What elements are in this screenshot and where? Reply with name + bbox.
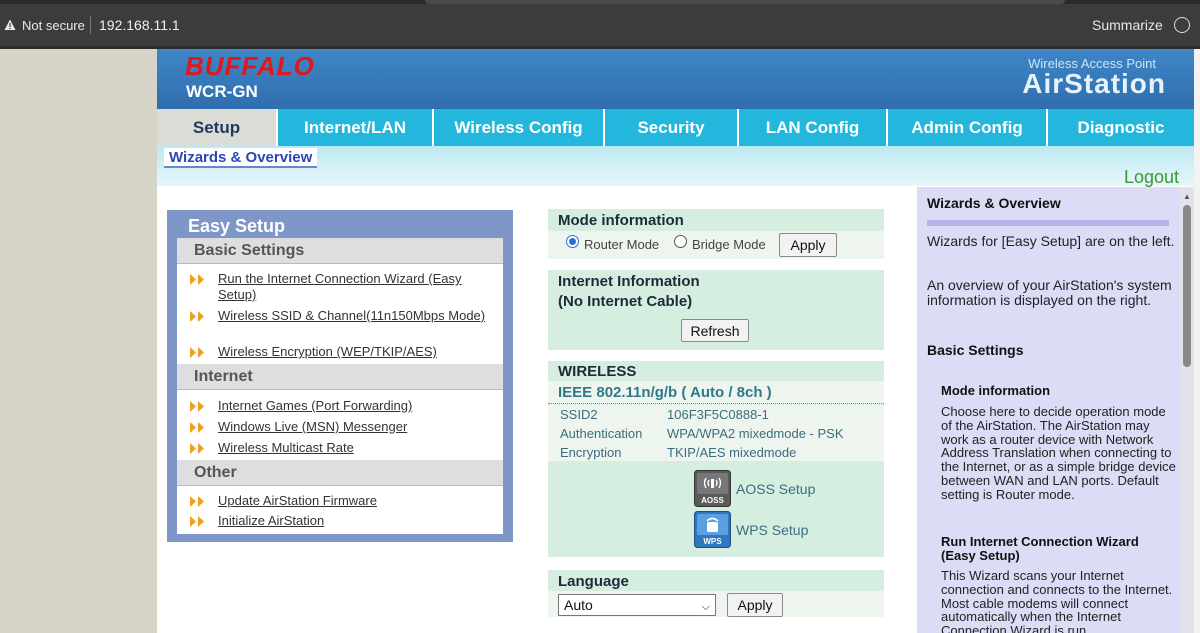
language-title: Language [558, 573, 629, 590]
scrollbar-thumb[interactable] [1183, 205, 1191, 367]
easy-setup-panel: Easy Setup Basic Settings Run the Intern… [167, 210, 513, 542]
router-mode-radio[interactable] [566, 235, 579, 248]
section-heading-internet: Internet [177, 364, 503, 390]
page-header: BUFFALO WCR-GN Wireless Access Point Air… [157, 49, 1194, 109]
easy-setup-title: Easy Setup [188, 216, 286, 236]
tab-lan-config[interactable]: LAN Config [739, 109, 888, 146]
mode-info-title: Mode information [558, 212, 684, 229]
link-label[interactable]: Update AirStation Firmware [218, 493, 377, 509]
help-scrollbar[interactable]: ▲ [1180, 187, 1194, 633]
auth-key: Authentication [560, 426, 643, 441]
help-wizard-text: This Wizard scans your Internet connecti… [941, 568, 1173, 633]
summarize-button[interactable]: Summarize [1092, 17, 1163, 33]
double-arrow-icon [190, 422, 204, 433]
model-name: WCR-GN [186, 82, 258, 101]
help-title: Wizards & Overview [927, 195, 1061, 211]
link-internet-wizard[interactable]: Run the Internet Connection Wizard (Easy… [189, 271, 489, 303]
tab-wireless-config[interactable]: Wireless Config [434, 109, 605, 146]
link-label[interactable]: Wireless SSID & Channel(11n150Mbps Mode) [218, 308, 485, 324]
refresh-button[interactable]: Refresh [681, 319, 749, 342]
tab-admin-config[interactable]: Admin Config [888, 109, 1048, 146]
help-wizard-heading: Run Internet Connection Wizard (Easy Set… [941, 534, 1139, 563]
bridge-mode-radio[interactable] [674, 235, 687, 248]
browser-scrollbar[interactable] [1194, 49, 1200, 633]
wps-icon[interactable]: WPS [694, 511, 731, 548]
link-port-forwarding[interactable]: Internet Games (Port Forwarding) [189, 398, 489, 414]
double-arrow-icon [190, 516, 204, 527]
internet-status: (No Internet Cable) [558, 293, 693, 310]
warning-icon[interactable] [4, 19, 16, 31]
tab-internet-lan[interactable]: Internet/LAN [278, 109, 434, 146]
logout-link[interactable]: Logout [1124, 167, 1179, 188]
wps-setup-link[interactable]: WPS Setup [736, 522, 808, 538]
language-box: Language Auto ⌵ Apply [548, 570, 884, 617]
tab-diagnostic[interactable]: Diagnostic [1048, 109, 1194, 146]
security-status[interactable]: Not secure [22, 18, 85, 33]
product-name: AirStation [1022, 68, 1166, 99]
link-label[interactable]: Wireless Multicast Rate [218, 440, 354, 456]
language-select[interactable]: Auto ⌵ [558, 594, 716, 616]
help-title-rule [927, 220, 1169, 226]
subnav-wizards-overview[interactable]: Wizards & Overview [164, 148, 318, 168]
link-multicast-rate[interactable]: Wireless Multicast Rate [189, 440, 489, 456]
main-nav: Setup Internet/LAN Wireless Config Secur… [157, 109, 1194, 146]
language-select-value: Auto [564, 597, 593, 613]
link-label[interactable]: Run the Internet Connection Wizard (Easy… [218, 271, 489, 303]
aoss-icon-text: AOSS [701, 496, 724, 505]
wireless-box: WIRELESS IEEE 802.11n/g/b ( Auto / 8ch )… [548, 361, 884, 557]
section-heading-basic: Basic Settings [177, 238, 503, 264]
address-divider [90, 16, 91, 34]
wireless-standard: IEEE 802.11n/g/b ( Auto / 8ch ) [558, 384, 772, 401]
link-initialize[interactable]: Initialize AirStation [189, 513, 489, 529]
brand-logo: BUFFALO [185, 51, 315, 81]
chevron-down-icon: ⌵ [701, 601, 710, 613]
link-label[interactable]: Initialize AirStation [218, 513, 324, 529]
tab-setup[interactable]: Setup [157, 109, 278, 146]
mode-info-box: Mode information Router Mode Bridge Mode… [548, 209, 884, 259]
link-wireless-encryption[interactable]: Wireless Encryption (WEP/TKIP/AES) [189, 344, 489, 360]
sub-nav: Wizards & Overview [157, 146, 1194, 186]
address-bar[interactable]: Not secure 192.168.11.1 Summarize [0, 4, 1200, 46]
help-basic-heading: Basic Settings [927, 342, 1024, 358]
router-mode-label[interactable]: Router Mode [584, 237, 659, 252]
ssid-value: 106F3F5C0888-1 [667, 407, 769, 422]
link-msn-messenger[interactable]: Windows Live (MSN) Messenger [189, 419, 489, 435]
double-arrow-icon [190, 443, 204, 454]
double-arrow-icon [190, 274, 204, 285]
encryption-key: Encryption [560, 445, 622, 460]
wireless-title: WIRELESS [558, 363, 637, 380]
help-paragraph-1: Wizards for [Easy Setup] are on the left… [927, 233, 1175, 249]
link-label[interactable]: Wireless Encryption (WEP/TKIP/AES) [218, 344, 437, 360]
auth-value: WPA/WPA2 mixedmode - PSK [667, 426, 844, 441]
bridge-mode-label[interactable]: Bridge Mode [692, 237, 766, 252]
language-apply-button[interactable]: Apply [727, 593, 783, 617]
summarize-icon[interactable] [1174, 17, 1190, 33]
mode-apply-button[interactable]: Apply [779, 233, 837, 257]
aoss-setup-link[interactable]: AOSS Setup [736, 481, 815, 497]
ssid-key: SSID2 [560, 407, 598, 422]
double-arrow-icon [190, 401, 204, 412]
wps-icon-text: WPS [703, 537, 722, 546]
url-text[interactable]: 192.168.11.1 [99, 17, 180, 33]
aoss-icon[interactable]: AOSS [694, 470, 731, 507]
help-panel: Wizards & Overview Wizards for [Easy Set… [917, 187, 1194, 633]
link-label[interactable]: Internet Games (Port Forwarding) [218, 398, 412, 414]
help-paragraph-2: An overview of your AirStation's system … [927, 277, 1172, 308]
link-ssid-channel[interactable]: Wireless SSID & Channel(11n150Mbps Mode) [189, 308, 489, 324]
double-arrow-icon [190, 347, 204, 358]
tab-security[interactable]: Security [605, 109, 739, 146]
help-mode-text: Choose here to decide operation mode of … [941, 404, 1176, 502]
double-arrow-icon [190, 311, 204, 322]
section-heading-other: Other [177, 460, 503, 486]
encryption-value: TKIP/AES mixedmode [667, 445, 797, 460]
double-arrow-icon [190, 496, 204, 507]
easy-setup-list: Basic Settings Run the Internet Connecti… [177, 238, 503, 534]
internet-info-box: Internet Information (No Internet Cable)… [548, 270, 884, 350]
link-label[interactable]: Windows Live (MSN) Messenger [218, 419, 407, 435]
link-update-firmware[interactable]: Update AirStation Firmware [189, 493, 489, 509]
router-admin-page: BUFFALO WCR-GN Wireless Access Point Air… [157, 49, 1194, 633]
scroll-up-icon[interactable]: ▲ [1183, 192, 1191, 201]
internet-info-title: Internet Information [558, 273, 700, 290]
help-mode-heading: Mode information [941, 383, 1051, 398]
